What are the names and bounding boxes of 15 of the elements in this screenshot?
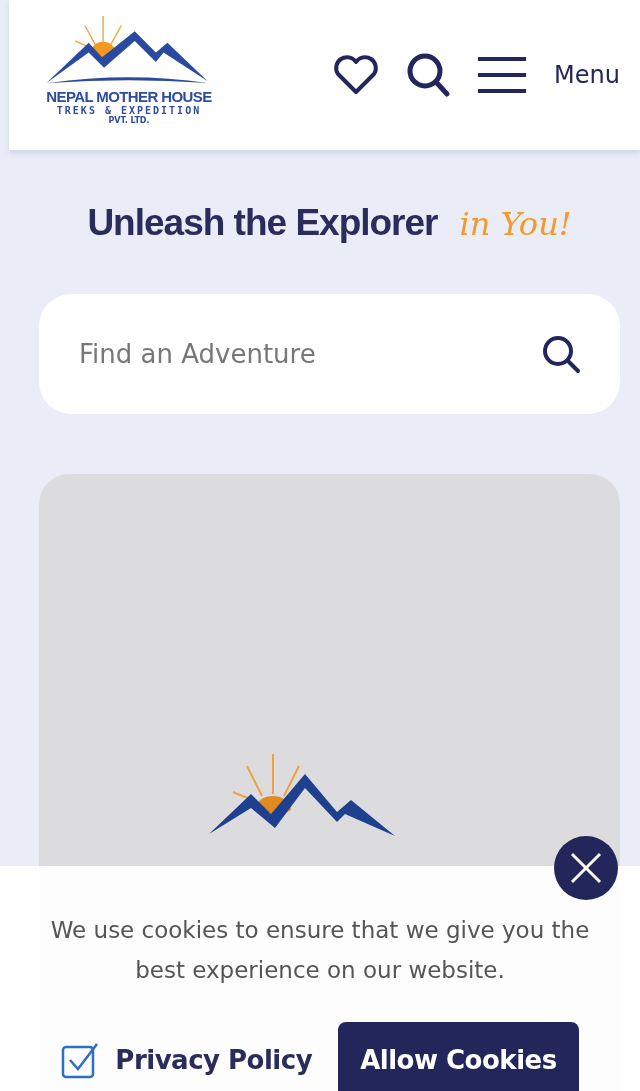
search-field[interactable]: Find an Adventure — [39, 294, 620, 414]
cookie-message: We use cookies to ensure that we give you the best experience on our website. — [49, 916, 591, 985]
hero-title: Unleash the Explorer — [87, 202, 438, 244]
heart-icon[interactable] — [332, 54, 381, 96]
hero-accent: in You! — [459, 205, 572, 243]
logo-name: NEPAL MOTHER HOUSE — [46, 87, 212, 105]
allow-cookies-button[interactable]: Allow Cookies — [338, 1022, 579, 1091]
menu-link[interactable]: Menu — [554, 61, 620, 89]
logo-suffix: PVT. LTD. — [108, 115, 150, 125]
close-icon[interactable] — [569, 851, 603, 885]
privacy-policy-link[interactable]: Privacy Policy — [115, 1045, 313, 1075]
menu-icon[interactable] — [476, 56, 529, 94]
checkbox[interactable] — [61, 1041, 100, 1079]
search-icon[interactable] — [540, 333, 582, 375]
logo-tagline: TREKS & EXPEDITION — [56, 104, 202, 116]
